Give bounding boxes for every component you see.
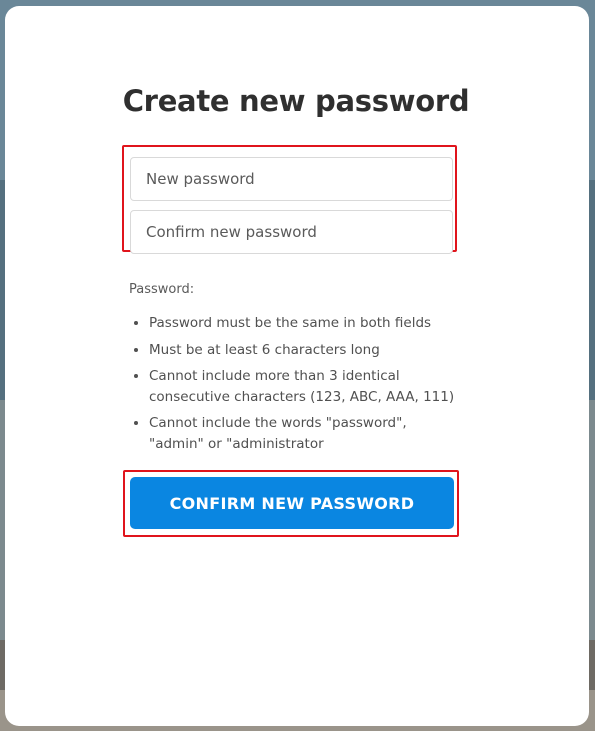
bullet-icon [134, 321, 138, 325]
requirement-text: Password must be the same in both fields [149, 315, 432, 331]
requirement-item: Password must be the same in both fields [131, 313, 461, 334]
requirement-item: Must be at least 6 characters long [131, 340, 461, 361]
bullet-icon [134, 374, 138, 378]
requirements-heading: Password: [129, 282, 195, 297]
requirement-text: Cannot include more than 3 identical con… [149, 368, 455, 405]
page-title: Create new password [122, 84, 470, 118]
confirm-new-password-button[interactable]: CONFIRM NEW PASSWORD [130, 477, 454, 529]
confirm-password-input[interactable] [130, 210, 453, 254]
requirement-text: Must be at least 6 characters long [149, 341, 380, 358]
bullet-icon [134, 421, 138, 425]
requirement-item: Cannot include more than 3 identical con… [131, 366, 461, 407]
requirement-text: Cannot include the words "password", "ad… [149, 415, 407, 452]
bullet-icon [134, 347, 138, 352]
requirement-item: Cannot include the words "password", "ad… [131, 413, 461, 454]
new-password-input[interactable] [130, 157, 453, 201]
requirements-list: Password must be the same in both fields… [131, 313, 461, 460]
